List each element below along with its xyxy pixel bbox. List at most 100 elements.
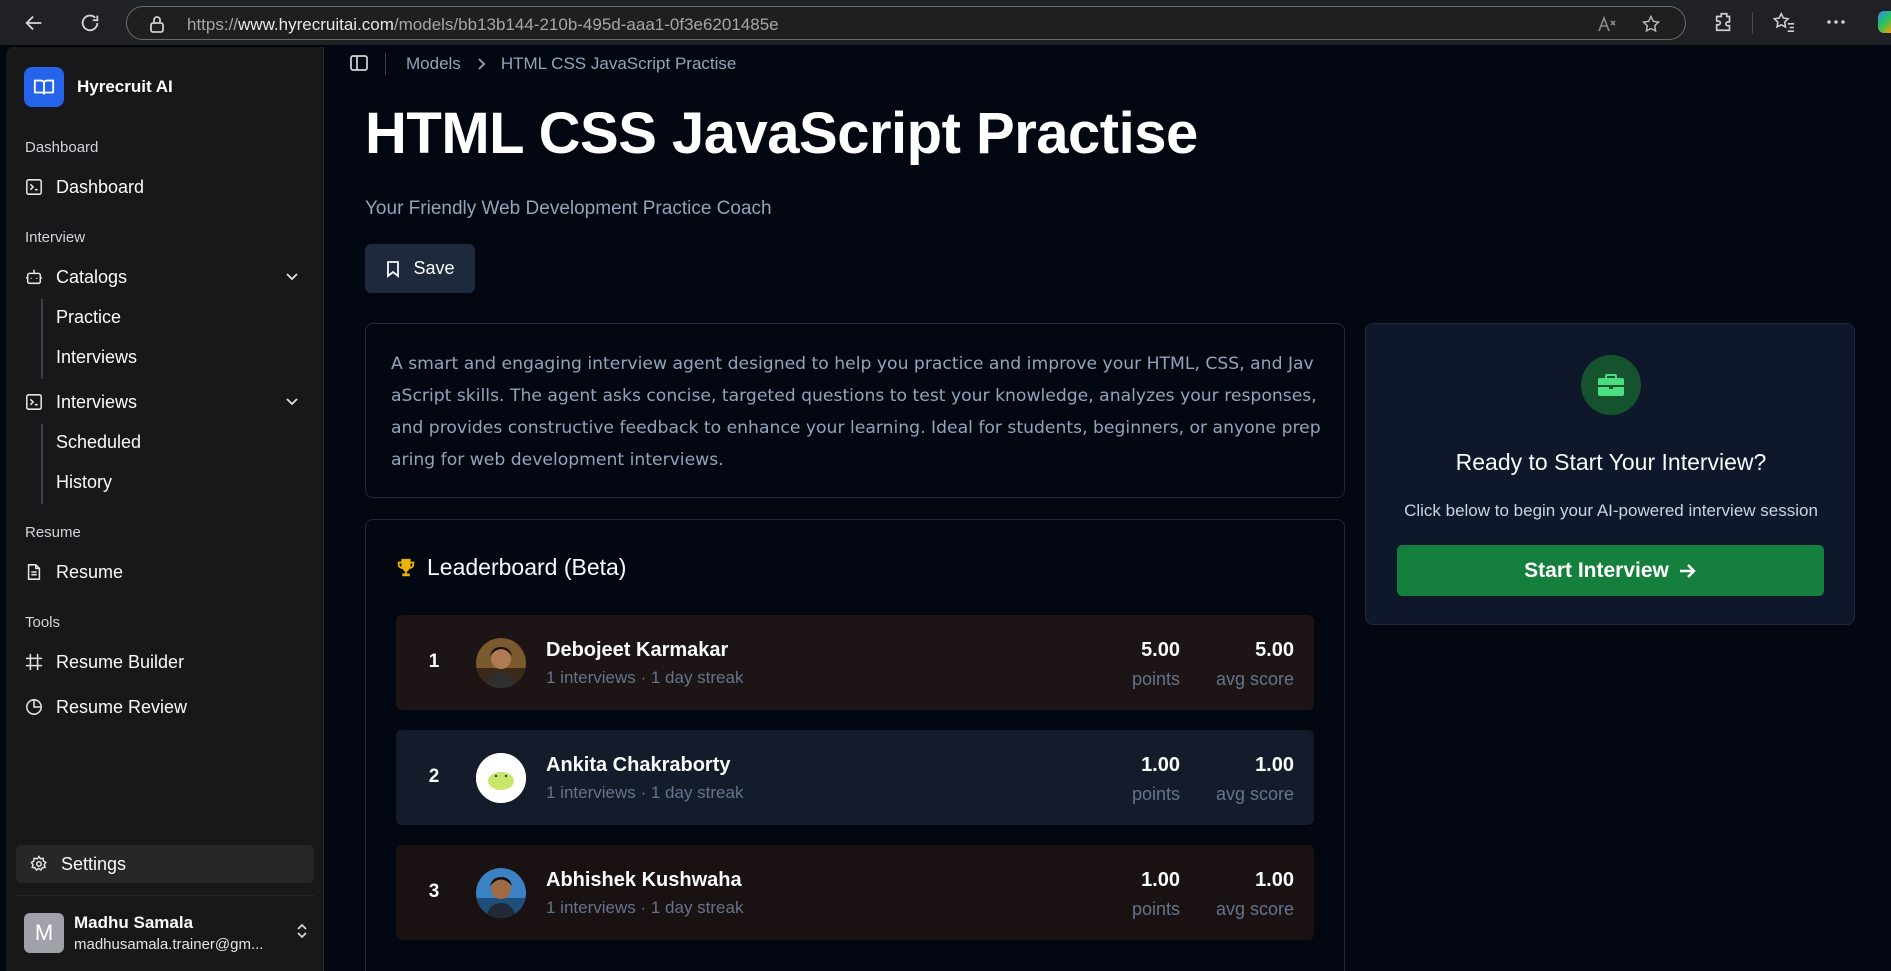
avg-score-value: 1.00 xyxy=(1255,869,1294,891)
copilot-icon[interactable] xyxy=(1878,11,1891,33)
sidebar-divider xyxy=(16,895,314,896)
save-button[interactable]: Save xyxy=(365,244,475,293)
avg-score-label: avg score xyxy=(1215,899,1294,919)
chevrons-up-down-icon xyxy=(294,921,310,946)
sidebar-item-interviews[interactable]: Interviews xyxy=(24,384,314,420)
leaderboard-row[interactable]: 1 Debojeet Karmakar 1 interviews · 1 day… xyxy=(396,615,1314,710)
address-bar[interactable]: https://www.hyrecruitai.com/models/bb13b… xyxy=(126,6,1686,40)
hash-frame-icon xyxy=(24,652,44,672)
chevron-right-icon xyxy=(475,57,487,71)
sidebar-item-history[interactable]: History xyxy=(56,472,112,493)
chevron-down-icon xyxy=(284,393,300,414)
save-label: Save xyxy=(413,258,455,278)
url-host: www.hyrecruitai.com xyxy=(238,15,394,34)
sidebar-item-resume[interactable]: Resume xyxy=(24,554,314,590)
rank: 2 xyxy=(428,766,440,787)
sidebar-item-label: Resume Builder xyxy=(56,651,185,672)
sub-tree-line xyxy=(41,299,43,379)
leaderboard-row[interactable]: 3 Abhishek Kushwaha 1 interviews · 1 day… xyxy=(396,845,1314,940)
url-prefix: https:// xyxy=(187,15,239,34)
avg-score-stat: 1.00 avg score xyxy=(1216,869,1294,920)
sidebar-item-label: Catalogs xyxy=(56,266,128,287)
cta-subtitle: Click below to begin your AI-powered int… xyxy=(1404,501,1818,520)
sidebar-item-label: Interviews xyxy=(56,391,138,412)
player-name: Debojeet Karmakar xyxy=(546,639,729,661)
briefcase-icon xyxy=(1581,355,1641,415)
page-title: HTML CSS JavaScript Practise xyxy=(365,101,1198,166)
user-email: madhusamala.trainer@gm... xyxy=(74,936,264,953)
favorites-icon[interactable] xyxy=(1772,11,1796,33)
pie-chart-icon xyxy=(24,697,44,717)
extensions-icon[interactable] xyxy=(1713,11,1735,33)
rank: 1 xyxy=(428,651,440,672)
bookmark-icon xyxy=(385,260,401,278)
leaderboard-title: Leaderboard (Beta) xyxy=(395,554,626,581)
avatar xyxy=(476,868,526,918)
book-open-icon xyxy=(24,67,64,107)
user-name: Madhu Samala xyxy=(74,913,194,932)
file-text-icon xyxy=(24,562,44,582)
sub-tree-line xyxy=(41,424,43,504)
terminal-square-icon xyxy=(24,392,44,412)
player-name: Abhishek Kushwaha xyxy=(546,869,742,891)
start-interview-button[interactable]: Start Interview xyxy=(1397,545,1824,596)
description-text: A smart and engaging interview agent des… xyxy=(391,354,1321,470)
points-stat: 5.00 points xyxy=(1132,639,1180,690)
breadcrumb-models[interactable]: Models xyxy=(406,54,461,74)
user-menu[interactable]: M Madhu Samala madhusamala.trainer@gm... xyxy=(24,909,314,957)
sidebar-item-scheduled[interactable]: Scheduled xyxy=(56,432,141,453)
rank: 3 xyxy=(428,881,440,902)
avg-score-stat: 5.00 avg score xyxy=(1216,639,1294,690)
brand[interactable]: Hyrecruit AI xyxy=(24,67,173,107)
sidebar-item-resume-review[interactable]: Resume Review xyxy=(24,689,314,725)
start-interview-label: Start Interview xyxy=(1524,558,1669,582)
player-meta: 1 interviews · 1 day streak xyxy=(546,898,744,917)
section-label-dashboard: Dashboard xyxy=(25,139,99,156)
points-label: points xyxy=(1131,784,1180,804)
points-value: 1.00 xyxy=(1141,754,1180,776)
points-stat: 1.00 points xyxy=(1132,754,1180,805)
top-bar: Models HTML CSS JavaScript Practise xyxy=(325,47,1891,81)
sidebar-item-resume-builder[interactable]: Resume Builder xyxy=(24,644,314,680)
terminal-square-icon xyxy=(24,177,44,197)
start-interview-card: Ready to Start Your Interview? Click bel… xyxy=(1365,323,1855,625)
page-subtitle: Your Friendly Web Development Practice C… xyxy=(365,198,772,219)
favorite-star-icon[interactable] xyxy=(1641,14,1661,34)
more-menu-icon[interactable] xyxy=(1826,12,1846,32)
avatar xyxy=(476,753,526,803)
toolbar-divider xyxy=(1752,12,1753,34)
leaderboard-title-text: Leaderboard (Beta) xyxy=(427,554,627,580)
points-label: points xyxy=(1131,669,1180,689)
toolbar-divider xyxy=(385,53,386,75)
sidebar-item-catalog-interviews[interactable]: Interviews xyxy=(56,347,137,368)
sidebar-item-label: Resume xyxy=(56,561,124,582)
player-name: Ankita Chakraborty xyxy=(546,754,731,776)
breadcrumb: Models HTML CSS JavaScript Practise xyxy=(406,54,736,74)
browser-toolbar: https://www.hyrecruitai.com/models/bb13b… xyxy=(0,0,1891,45)
sidebar-item-label: Dashboard xyxy=(56,176,145,197)
sidebar-item-catalogs[interactable]: Catalogs xyxy=(24,259,314,295)
cta-title: Ready to Start Your Interview? xyxy=(1455,449,1767,475)
avg-score-value: 1.00 xyxy=(1255,754,1294,776)
gear-icon xyxy=(29,854,49,874)
sidebar-item-settings[interactable]: Settings xyxy=(16,845,314,883)
sidebar-item-dashboard[interactable]: Dashboard xyxy=(24,169,314,205)
section-label-tools: Tools xyxy=(25,614,61,631)
points-stat: 1.00 points xyxy=(1132,869,1180,920)
points-value: 5.00 xyxy=(1141,639,1180,661)
panel-left-icon[interactable] xyxy=(349,53,369,78)
lock-icon xyxy=(149,15,165,33)
back-arrow-icon[interactable] xyxy=(18,8,50,38)
player-meta: 1 interviews · 1 day streak xyxy=(546,668,744,687)
sidebar-item-label: Resume Review xyxy=(56,696,188,717)
section-label-resume: Resume xyxy=(25,524,81,541)
leaderboard-row[interactable]: 2 Ankita Chakraborty 1 interviews · 1 da… xyxy=(396,730,1314,825)
player-meta: 1 interviews · 1 day streak xyxy=(546,783,744,802)
avatar: M xyxy=(24,913,64,953)
chevron-down-icon xyxy=(284,268,300,289)
sidebar-item-practice[interactable]: Practice xyxy=(56,307,121,328)
points-value: 1.00 xyxy=(1141,869,1180,891)
refresh-icon[interactable] xyxy=(74,8,106,38)
read-aloud-icon[interactable] xyxy=(1597,15,1617,33)
trophy-icon xyxy=(395,557,417,579)
